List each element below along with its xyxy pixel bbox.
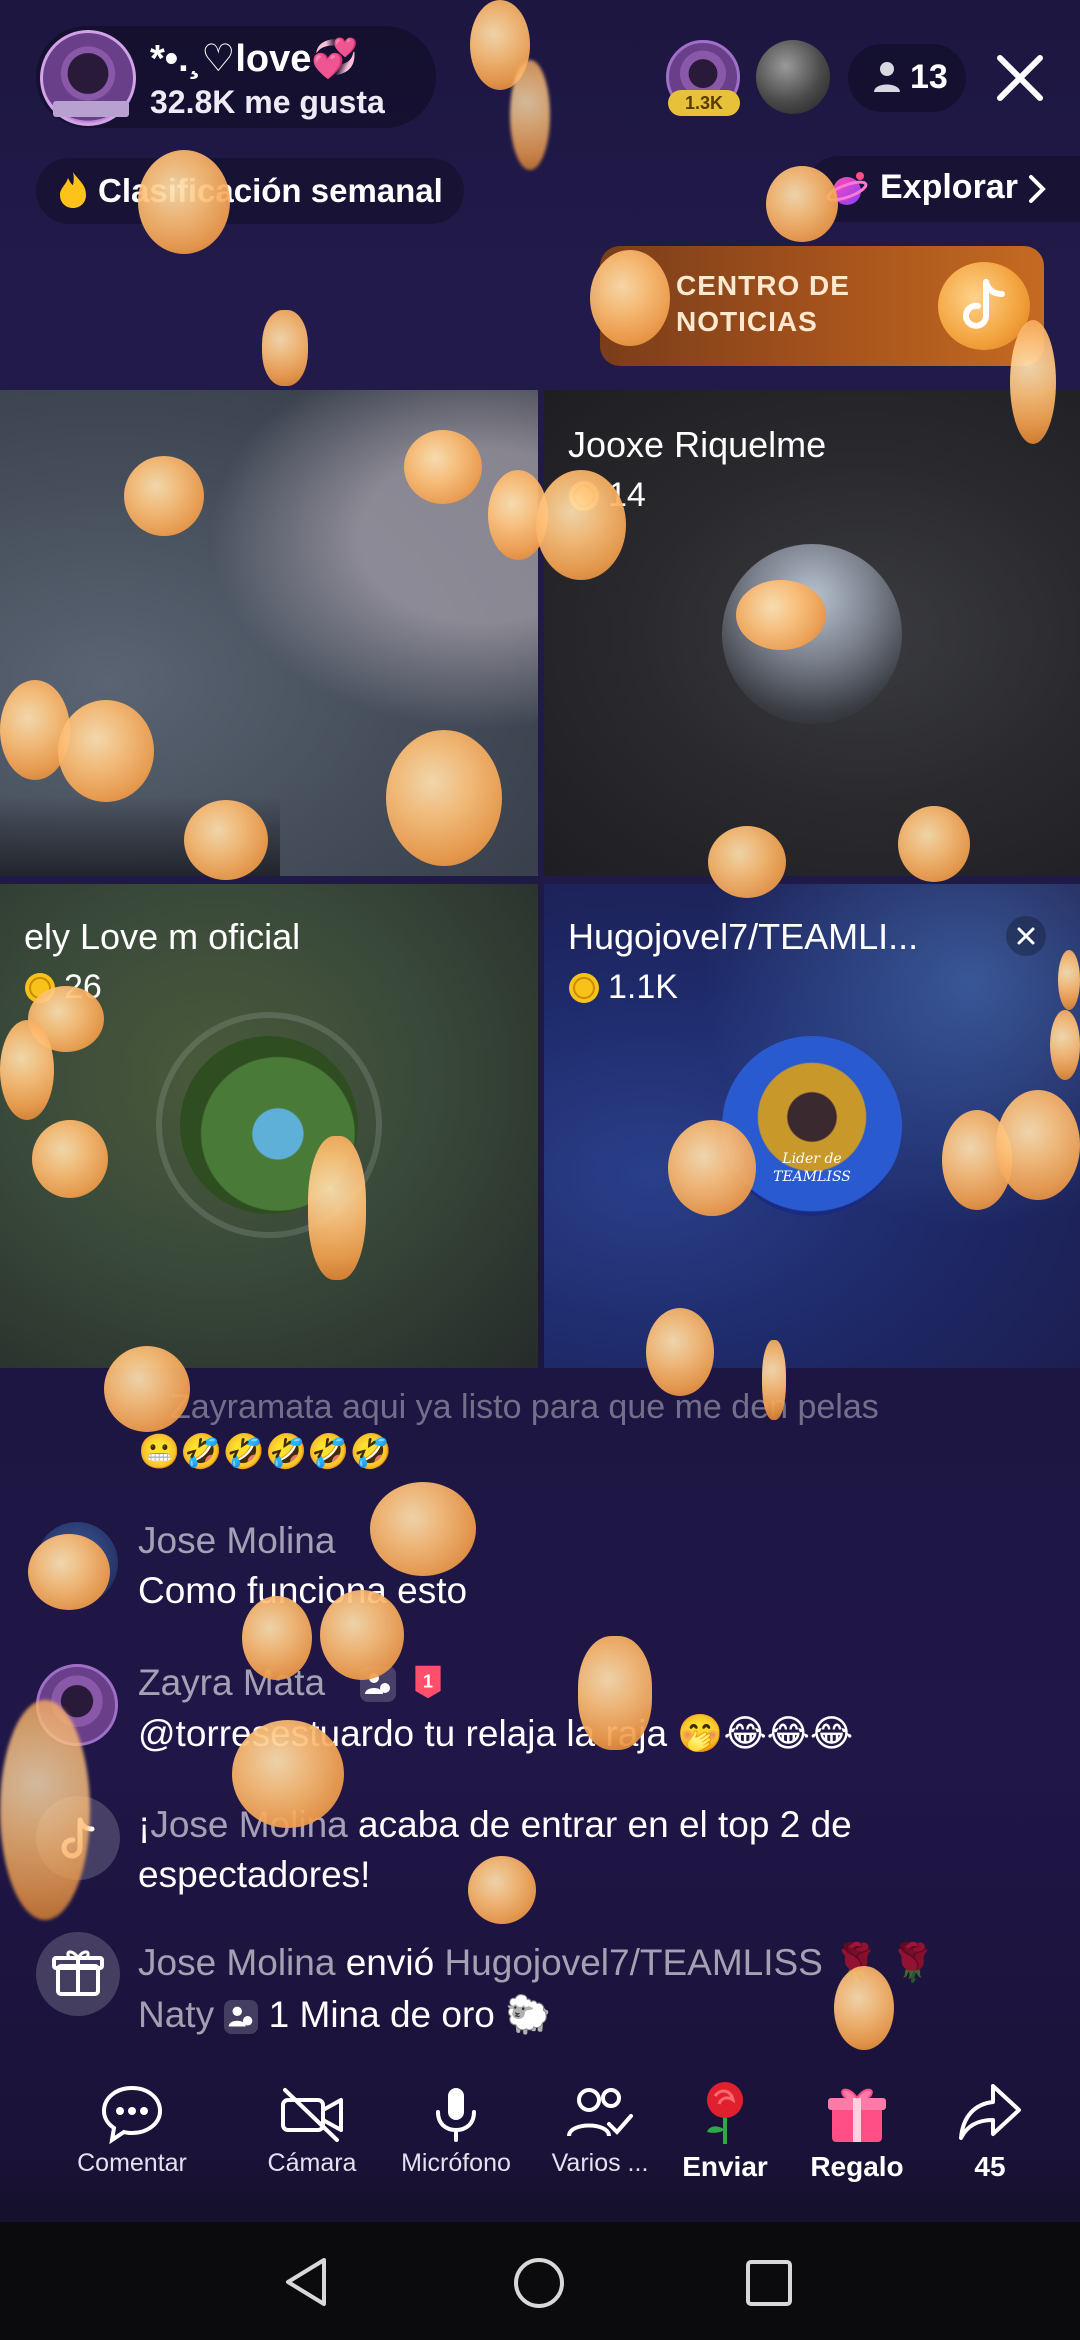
flame-icon <box>60 172 86 208</box>
chat-message-faded: Zayramata aqui ya listo para que me den … <box>170 1388 879 1426</box>
remove-guest-button[interactable] <box>1006 916 1046 956</box>
gift-system-icon <box>36 1932 120 2016</box>
guest-name: ely Love m oficial <box>24 916 301 957</box>
send-rose-button[interactable]: Enviar <box>660 2080 790 2183</box>
back-icon[interactable] <box>282 2256 332 2308</box>
tiktok-live-logo <box>938 262 1030 350</box>
recents-icon[interactable] <box>744 2258 794 2308</box>
camera-off-icon <box>281 2088 343 2142</box>
host-likes: 32.8K me gusta <box>150 84 385 120</box>
top-viewer-badge: 1.3K <box>668 90 740 116</box>
comment-button[interactable]: Comentar <box>62 2084 202 2178</box>
guest-avatar[interactable] <box>722 544 902 724</box>
comment-icon <box>101 2085 163 2145</box>
gift-button[interactable]: Regalo <box>792 2080 922 2183</box>
tiktok-system-icon <box>36 1796 120 1880</box>
person-icon <box>874 62 900 92</box>
guest-name: Hugojovel7/TEAMLI... <box>568 916 919 957</box>
weekly-ranking-label: Clasificación semanal <box>98 172 443 209</box>
news-line-2: NOTICIAS <box>676 306 818 337</box>
chat-username[interactable]: Zayra Mata <box>138 1662 325 1704</box>
gift-recipient[interactable]: Hugojovel7/TEAMLISS 🌹 🌹 <box>444 1942 935 1983</box>
avatar-caption: Lider de TEAMLISS <box>773 1151 851 1185</box>
coin-icon <box>569 973 599 1003</box>
microphone-icon <box>436 2088 476 2142</box>
toolbar-label: Varios ... <box>551 2149 649 2177</box>
home-icon[interactable] <box>512 2256 566 2310</box>
planet-icon <box>826 172 868 205</box>
gift-message: Jose Molina envió Hugojovel7/TEAMLISS 🌹 … <box>138 1942 936 1983</box>
toolbar-label: Cámara <box>267 2149 357 2177</box>
coin-icon <box>25 973 55 1003</box>
multi-guest-icon <box>567 2088 633 2137</box>
system-navigation-bar <box>0 2222 1080 2340</box>
explore-label: Explorar <box>880 168 1018 206</box>
top-viewer-avatar-2[interactable] <box>756 40 830 114</box>
guest-score: 26 <box>64 968 102 1006</box>
chat-message-emojis: 😬🤣🤣🤣🤣🤣 <box>138 1433 393 1471</box>
share-icon <box>959 2084 1021 2140</box>
gift-recipient-2[interactable]: Naty <box>138 1994 214 2035</box>
guest-score: 14 <box>608 476 646 514</box>
toolbar-label: Regalo <box>810 2151 904 2182</box>
rank-badge-icon: 1 <box>415 1665 441 1699</box>
viewer-count: 13 <box>910 58 948 96</box>
close-icon[interactable] <box>990 48 1050 108</box>
coin-icon <box>569 481 599 511</box>
guest-avatar[interactable] <box>722 1036 902 1216</box>
friend-badge-icon <box>224 2000 259 2035</box>
chat-message-text: @torresestuardo tu relaja la raja 🤭😂😂😂 <box>138 1713 854 1754</box>
system-message-top-viewer-2: espectadores! <box>138 1854 371 1895</box>
friend-badge-icon <box>360 1666 396 1702</box>
chat-username[interactable]: Jose Molina <box>138 1942 335 1983</box>
toolbar-label: Enviar <box>682 2151 768 2182</box>
toolbar-label: Micrófono <box>401 2149 511 2177</box>
multi-guest-button[interactable]: Varios ... <box>530 2084 670 2178</box>
chat-avatar[interactable] <box>36 1664 118 1746</box>
chat-message-text: Como funciona esto <box>138 1570 468 1611</box>
microphone-button[interactable]: Micrófono <box>386 2084 526 2178</box>
guest-score: 1.1K <box>608 968 678 1006</box>
chat-username[interactable]: Jose Molina <box>138 1520 335 1562</box>
gift-message-2: Naty 1 Mina de oro 🐑 <box>138 1994 552 2035</box>
tiktok-note-icon <box>963 279 1005 329</box>
viewer-count-pill[interactable] <box>848 44 966 112</box>
guest-name: Jooxe Riquelme <box>568 424 827 465</box>
share-button[interactable]: 45 <box>930 2080 1050 2183</box>
svg-text:1: 1 <box>423 1671 433 1691</box>
news-center-banner[interactable]: CENTRO DE NOTICIAS <box>600 246 1044 366</box>
system-message-top-viewer: ¡Jose Molina acaba de entrar en el top 2… <box>138 1804 852 1845</box>
close-icon <box>1017 927 1035 945</box>
news-line-1: CENTRO DE <box>676 270 850 301</box>
camera-button[interactable]: Cámara <box>242 2084 382 2178</box>
toolbar-label: Comentar <box>77 2149 187 2177</box>
gift-icon <box>828 2088 886 2142</box>
share-count: 45 <box>974 2151 1006 2182</box>
guest-tile-1[interactable] <box>0 390 538 876</box>
rose-icon <box>707 2082 743 2144</box>
host-avatar[interactable] <box>40 30 136 126</box>
chat-username[interactable]: Jose Molina <box>150 1804 347 1845</box>
chat-avatar[interactable] <box>36 1522 118 1604</box>
host-name: *•.¸♡love💞 <box>150 38 359 80</box>
chevron-right-icon <box>1029 175 1046 203</box>
guest-avatar[interactable] <box>180 1036 358 1214</box>
